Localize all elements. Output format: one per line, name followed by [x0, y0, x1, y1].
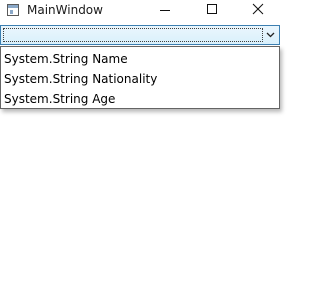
close-icon — [252, 3, 264, 15]
app-icon[interactable] — [7, 4, 19, 16]
chevron-down-icon[interactable] — [266, 31, 275, 39]
main-window: MainWindow System.String Name System.Str… — [0, 0, 280, 281]
maximize-icon — [207, 4, 217, 14]
title-bar[interactable]: MainWindow — [0, 0, 280, 22]
window-title: MainWindow — [27, 3, 103, 17]
minimize-button[interactable] — [142, 0, 188, 22]
close-button[interactable] — [234, 0, 280, 22]
combobox-dropdown-list: System.String Name System.String Nationa… — [0, 46, 280, 109]
combobox-focus-rect — [3, 28, 263, 42]
minimize-icon — [160, 10, 170, 11]
maximize-button[interactable] — [188, 0, 234, 22]
combobox[interactable] — [0, 25, 280, 45]
list-item[interactable]: System.String Name — [4, 49, 128, 69]
list-item[interactable]: System.String Nationality — [4, 69, 157, 89]
list-item[interactable]: System.String Age — [4, 89, 115, 109]
